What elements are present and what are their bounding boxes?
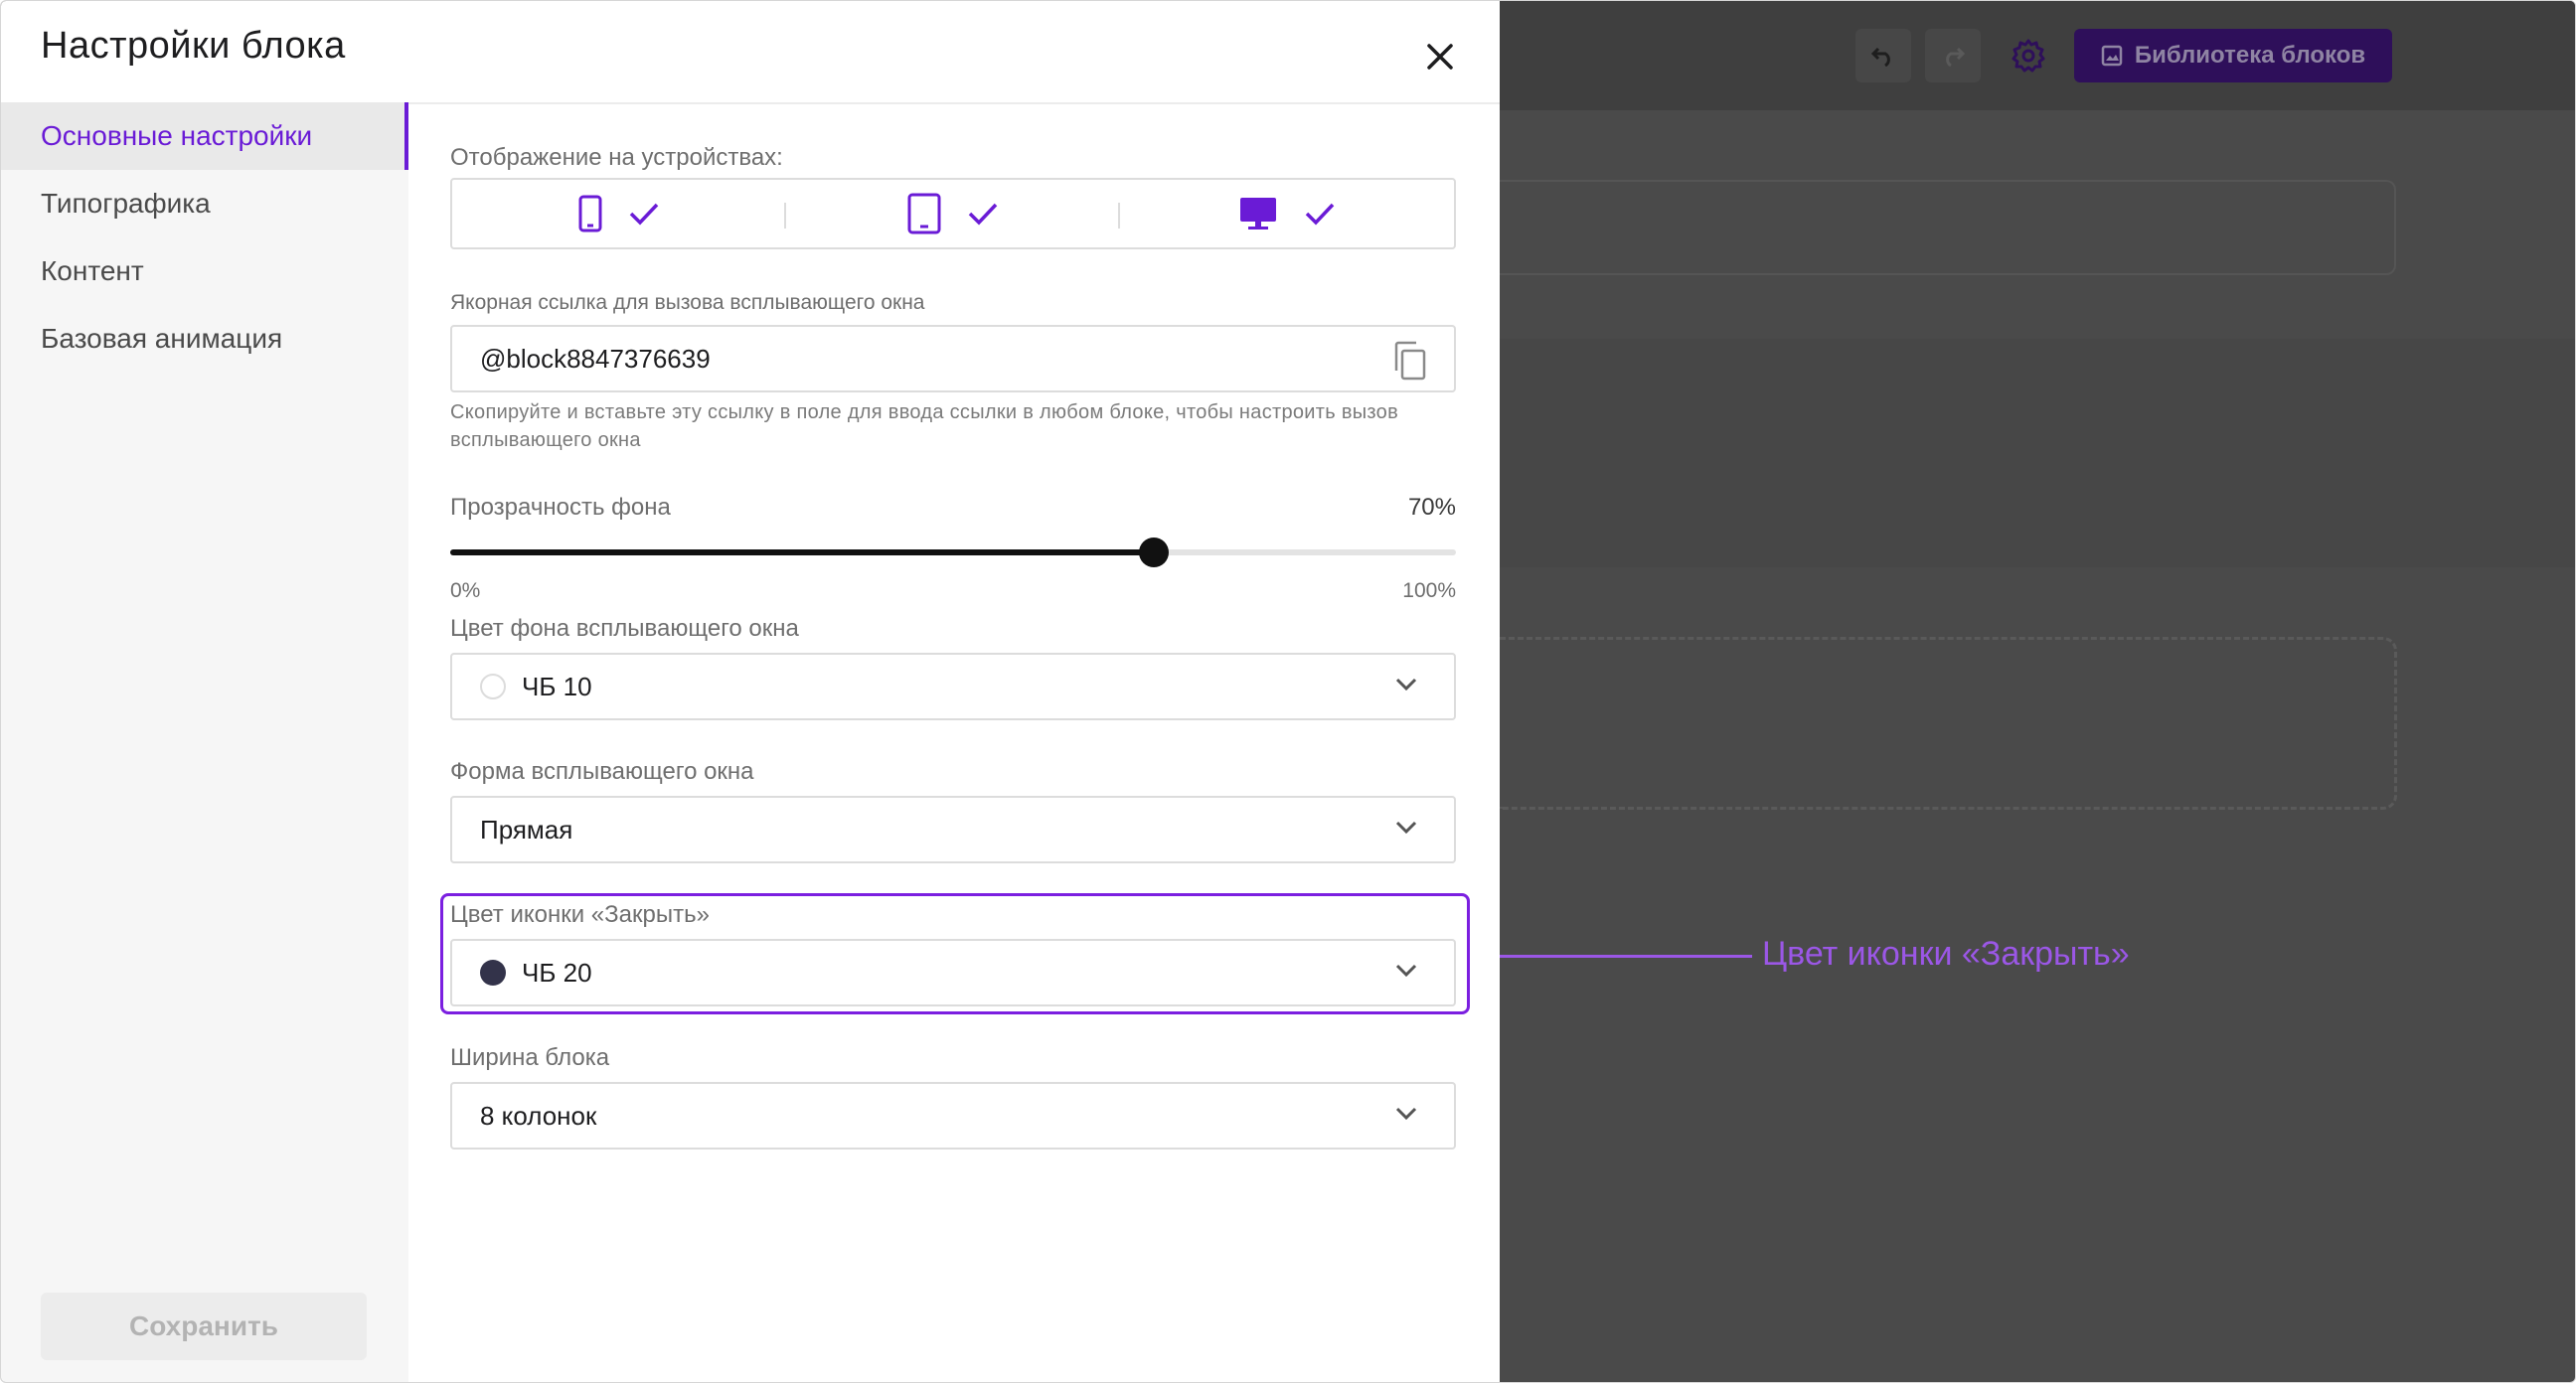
bg-color-value: ЧБ 10: [522, 671, 592, 701]
modal-title: Настройки блока: [41, 25, 346, 67]
close-button[interactable]: [1412, 29, 1468, 84]
opacity-value: 70%: [1407, 494, 1456, 521]
chevron-down-icon: [1395, 1107, 1417, 1121]
bg-color-select[interactable]: ЧБ 10: [450, 653, 1456, 720]
close-icon: [1427, 44, 1453, 70]
callout-line: [1486, 955, 1752, 958]
desktop-icon: [1240, 198, 1276, 230]
app-window: Библиотека блоков Цвет иконки «Закрыть» …: [0, 0, 2576, 1383]
check-icon: [629, 203, 659, 226]
shape-select[interactable]: Прямая: [450, 796, 1456, 863]
copy-button[interactable]: [1392, 341, 1426, 385]
color-swatch: [480, 674, 506, 699]
check-icon: [1305, 203, 1335, 226]
devices-label: Отображение на устройствах:: [450, 144, 783, 171]
gear-icon: [2012, 39, 2045, 73]
smartphone-icon: [578, 195, 602, 232]
device-toggle-desktop[interactable]: [1120, 180, 1454, 247]
width-value: 8 колонок: [480, 1100, 597, 1131]
sidebar-item-label: Основные настройки: [41, 120, 313, 151]
sidebar-item-label: Типографика: [41, 188, 211, 219]
block-library-label: Библиотека блоков: [2134, 42, 2366, 69]
sidebar-item-animation[interactable]: Базовая анимация: [1, 305, 408, 373]
block-settings-modal: Настройки блока Основные настройки Типог…: [1, 1, 1500, 1382]
chevron-down-icon: [1395, 821, 1417, 835]
anchor-hint: Скопируйте и вставьте эту ссылку в поле …: [450, 401, 1399, 451]
shape-value: Прямая: [480, 814, 573, 845]
settings-button[interactable]: [2001, 29, 2056, 82]
anchor-link-field[interactable]: @block8847376639: [450, 325, 1456, 392]
sidebar-item-label: Контент: [41, 255, 144, 286]
tablet-icon: [907, 193, 941, 234]
copy-icon: [1394, 341, 1426, 381]
width-select[interactable]: 8 колонок: [450, 1082, 1456, 1150]
slider-min-label: 0%: [450, 579, 481, 602]
undo-button[interactable]: [1855, 29, 1911, 82]
sidebar-item-basic[interactable]: Основные настройки: [1, 102, 408, 170]
sidebar-item-typography[interactable]: Типографика: [1, 170, 408, 237]
anchor-label: Якорная ссылка для вызова всплывающего о…: [450, 291, 925, 314]
sidebar-item-content[interactable]: Контент: [1, 237, 408, 305]
anchor-link-value: @block8847376639: [480, 343, 711, 374]
modal-header: Настройки блока: [1, 1, 1500, 104]
image-icon: [2101, 45, 2123, 67]
sidebar-item-label: Базовая анимация: [41, 323, 283, 354]
opacity-slider[interactable]: [450, 538, 1456, 567]
slider-fill: [450, 549, 1155, 555]
block-library-button[interactable]: Библиотека блоков: [2074, 29, 2392, 82]
editor-section-placeholder: [1500, 339, 2575, 567]
device-toggle-mobile[interactable]: [452, 180, 786, 247]
width-label: Ширина блока: [450, 1044, 610, 1071]
redo-button[interactable]: [1925, 29, 1981, 82]
check-icon: [968, 203, 998, 226]
chevron-down-icon: [1395, 678, 1417, 692]
callout-text: Цвет иконки «Закрыть»: [1762, 935, 2130, 973]
slider-max-label: 100%: [1402, 579, 1456, 602]
slider-handle[interactable]: [1139, 538, 1170, 567]
settings-sidebar: Основные настройки Типографика Контент Б…: [1, 102, 408, 1382]
shape-label: Форма всплывающего окна: [450, 758, 754, 785]
redo-icon: [1946, 47, 1966, 67]
bg-color-label: Цвет фона всплывающего окна: [450, 615, 799, 642]
save-button[interactable]: Сохранить: [41, 1293, 367, 1360]
opacity-label: Прозрачность фона: [450, 494, 671, 521]
undo-icon: [1870, 47, 1890, 67]
settings-content: Отображение на устройствах: Якорная ссыл…: [408, 102, 1500, 1382]
editor-dropzone: [1500, 637, 2397, 810]
device-visibility-group: [450, 178, 1456, 249]
highlight-frame: [440, 893, 1470, 1014]
device-toggle-tablet[interactable]: [786, 180, 1120, 247]
editor-block-placeholder: [1500, 180, 2396, 275]
